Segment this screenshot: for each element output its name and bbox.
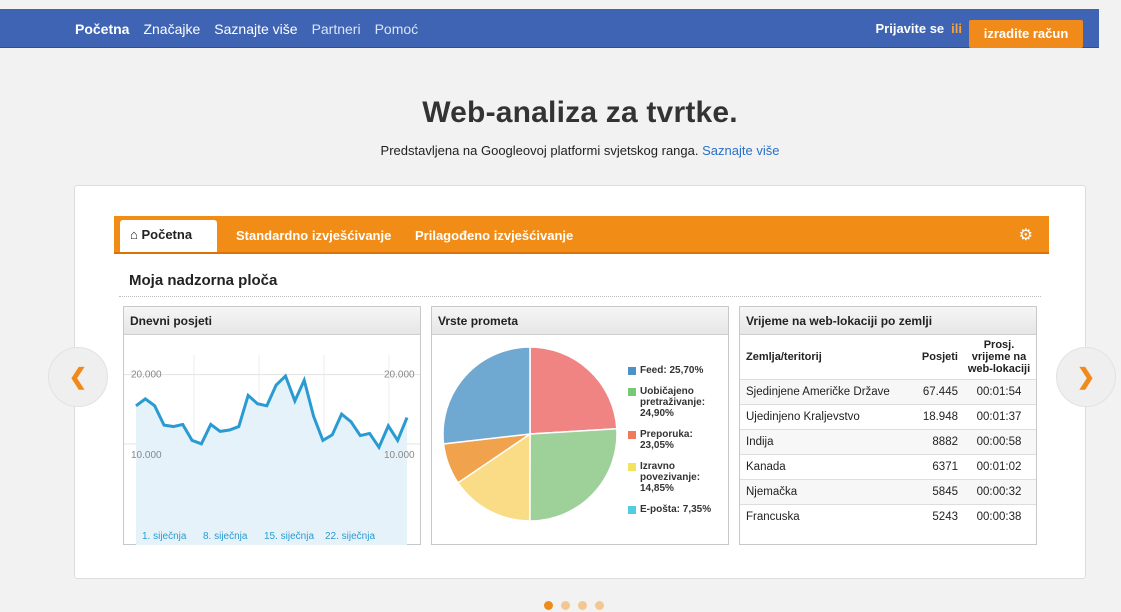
table-cell: Indija	[740, 429, 913, 455]
legend-label: E-pošta: 7,35%	[640, 504, 712, 515]
dashboard-title: Moja nadzorna ploča	[129, 272, 278, 289]
table-cell: 5243	[912, 504, 962, 530]
col-country[interactable]: Zemlja/teritorij	[740, 335, 913, 380]
table-cell: 00:00:58	[962, 429, 1036, 455]
legend-item: Izravno povezivanje: 14,85%	[628, 461, 728, 494]
signin-link[interactable]: Prijavite se	[876, 21, 945, 36]
pie-slice	[529, 428, 618, 522]
table-cell: Sjedinjene Američke Države	[740, 379, 913, 405]
hero-title: Web-analiza za tvrtke.	[422, 96, 738, 129]
y-tick-label: 20.000	[384, 370, 415, 381]
legend-swatch	[628, 506, 636, 514]
card-title: Dnevni posjeti	[124, 307, 420, 335]
legend-swatch	[628, 463, 636, 471]
daily-visits-card: Dnevni posjeti 20.000 20.000 10.000 10.000 1…	[123, 306, 421, 545]
table-cell: 6371	[912, 454, 962, 480]
nav-learn-more[interactable]: Saznajte više	[214, 21, 297, 37]
table-cell: 00:00:38	[962, 504, 1036, 530]
nav-home[interactable]: Početna	[75, 21, 129, 37]
nav-partners[interactable]: Partneri	[312, 21, 361, 37]
top-nav: Početna Značajke Saznajte više Partneri …	[0, 9, 1099, 48]
x-tick-label: 8. siječnja	[203, 531, 248, 542]
y-tick-label: 10.000	[131, 450, 162, 461]
create-account-button[interactable]: izradite račun	[969, 20, 1083, 48]
next-arrow-icon[interactable]: ❯	[1056, 347, 1116, 407]
divider	[119, 296, 1041, 297]
carousel-pager	[544, 601, 604, 610]
table-cell: 00:01:02	[962, 454, 1036, 480]
pie-slice	[529, 346, 618, 435]
pager-dot[interactable]	[578, 601, 587, 610]
legend-item: Feed: 25,70%	[628, 365, 728, 376]
pie-slice	[442, 346, 531, 445]
table-cell: 8882	[912, 429, 962, 455]
nav-features[interactable]: Značajke	[143, 21, 200, 37]
table-row[interactable]: Kanada 6371 00:01:02	[740, 454, 1036, 480]
visits-area	[136, 376, 407, 545]
table-cell: 5845	[912, 479, 962, 505]
prev-arrow-icon[interactable]: ❮	[48, 347, 108, 407]
table-cell: Ujedinjeno Kraljevstvo	[740, 404, 913, 430]
y-tick-label: 10.000	[384, 450, 415, 461]
legend-label: Uobičajeno pretraživanje: 24,90%	[640, 386, 706, 419]
tab-standard-reporting[interactable]: Standardno izvješćivanje	[236, 216, 391, 252]
hero-subtitle-text: Predstavljena na Googleovoj platformi sv…	[380, 143, 699, 158]
x-tick-label: 1. siječnja	[142, 531, 187, 542]
table-row[interactable]: Indija 8882 00:00:58	[740, 429, 1036, 455]
pie-legend: Feed: 25,70% Uobičajeno pretraživanje: 24…	[628, 365, 728, 525]
legend-swatch	[628, 388, 636, 396]
table-row[interactable]: Ujedinjeno Kraljevstvo 18.948 00:01:37	[740, 404, 1036, 430]
legend-label: Izravno povezivanje: 14,85%	[640, 461, 701, 494]
main-nav: Početna Značajke Saznajte više Partneri …	[75, 9, 418, 48]
table-cell: 00:00:32	[962, 479, 1036, 505]
daily-visits-chart: 20.000 20.000 10.000 10.000 1. siječnja 8. si…	[124, 355, 420, 545]
legend-label: Feed: 25,70%	[640, 365, 704, 376]
card-title: Vrijeme na web-lokaciji po zemlji	[740, 307, 1036, 335]
legend-swatch	[628, 431, 636, 439]
home-icon: ⌂	[130, 227, 138, 242]
tab-home[interactable]: ⌂ Početna	[120, 220, 217, 252]
hero-subtitle: Predstavljena na Googleovoj platformi sv…	[0, 143, 1121, 158]
legend-item: E-pošta: 7,35%	[628, 504, 728, 515]
table-cell: 18.948	[912, 404, 962, 430]
table-cell: 00:01:54	[962, 379, 1036, 405]
table-cell: Francuska	[740, 504, 913, 530]
table-row[interactable]: Sjedinjene Američke Države 67.445 00:01:54	[740, 379, 1036, 405]
legend-item: Preporuka: 23,05%	[628, 429, 728, 451]
gear-icon[interactable]: ⚙	[1019, 225, 1033, 245]
time-on-site-card: Vrijeme na web-lokaciji po zemlji Zemlja…	[739, 306, 1037, 545]
pager-dot[interactable]	[561, 601, 570, 610]
signin-area: Prijavite se ili	[876, 9, 963, 48]
legend-item: Uobičajeno pretraživanje: 24,90%	[628, 386, 728, 419]
dashboard-tabbar: ⌂ Početna Standardno izvješćivanje Prila…	[114, 216, 1049, 254]
col-avg-time[interactable]: Prosj. vrijeme na web-lokaciji	[962, 335, 1036, 380]
or-text: ili	[951, 21, 962, 36]
country-table: Zemlja/teritorij Posjeti Prosj. vrijeme …	[740, 335, 1036, 530]
table-row[interactable]: Njemačka 5845 00:00:32	[740, 479, 1036, 505]
table-cell: Kanada	[740, 454, 913, 480]
col-visits[interactable]: Posjeti	[913, 335, 962, 380]
pager-dot[interactable]	[595, 601, 604, 610]
table-row[interactable]: Francuska 5243 00:00:38	[740, 504, 1036, 530]
legend-swatch	[628, 367, 636, 375]
y-tick-label: 20.000	[131, 370, 162, 381]
table-cell: 00:01:37	[962, 404, 1036, 430]
legend-label: Preporuka: 23,05%	[640, 429, 693, 451]
traffic-types-card: Vrste prometa Feed: 25,70% Uobičajeno pre…	[431, 306, 729, 545]
card-title: Vrste prometa	[432, 307, 728, 335]
x-tick-label: 22. siječnja	[325, 531, 375, 542]
x-tick-label: 15. siječnja	[264, 531, 314, 542]
tab-custom-reporting[interactable]: Prilagođeno izvješćivanje	[415, 216, 573, 252]
table-cell: 67.445	[912, 379, 962, 405]
hero-learn-more-link[interactable]: Saznajte više	[702, 143, 779, 158]
pager-dot[interactable]	[544, 601, 553, 610]
table-cell: Njemačka	[740, 479, 913, 505]
nav-help[interactable]: Pomoć	[375, 21, 419, 37]
